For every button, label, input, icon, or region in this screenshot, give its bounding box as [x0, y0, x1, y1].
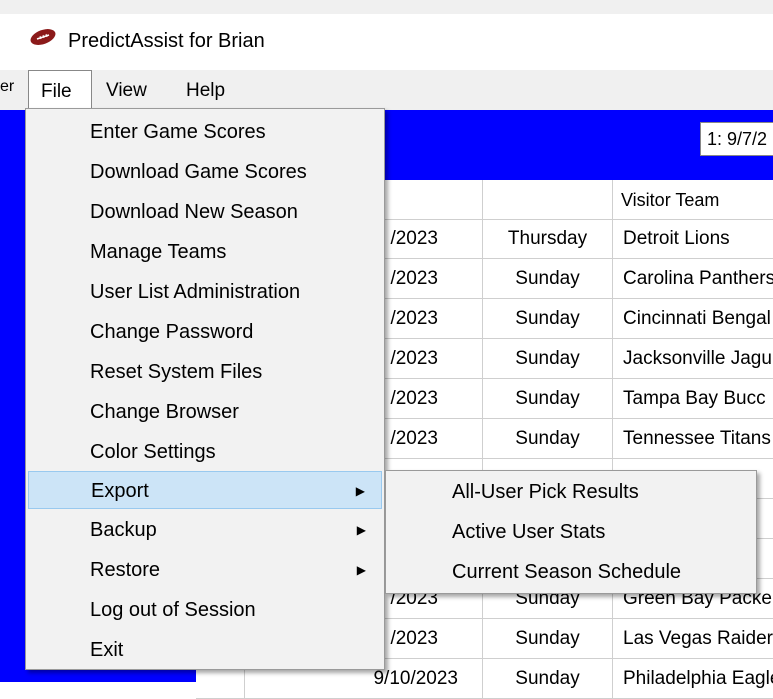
- menu-view[interactable]: View: [94, 70, 159, 110]
- menu-item-change-browser[interactable]: Change Browser: [28, 393, 382, 431]
- menu-file[interactable]: File: [28, 70, 92, 111]
- menu-item-change-password[interactable]: Change Password: [28, 313, 382, 351]
- menu-item-user-list-administration[interactable]: User List Administration: [28, 273, 382, 311]
- submenu-item-current-season-schedule[interactable]: Current Season Schedule: [388, 553, 754, 591]
- menu-item-download-new-season[interactable]: Download New Season: [28, 193, 382, 231]
- menu-item-exit[interactable]: Exit: [28, 631, 382, 669]
- day-cell[interactable]: Sunday: [482, 659, 612, 698]
- window-title: PredictAssist for Brian: [68, 30, 265, 52]
- menu-item-log-out[interactable]: Log out of Session: [28, 591, 382, 629]
- menu-item-enter-game-scores[interactable]: Enter Game Scores: [28, 113, 382, 151]
- window-top-strip: [0, 0, 773, 15]
- day-cell[interactable]: Sunday: [482, 379, 612, 418]
- day-cell[interactable]: Sunday: [482, 299, 612, 338]
- visitor-cell[interactable]: Tampa Bay Bucc: [612, 379, 773, 418]
- triangle-right-icon: ▶: [356, 563, 366, 577]
- visitor-cell[interactable]: Cincinnati Bengal: [612, 299, 773, 338]
- triangle-right-icon: ▶: [356, 523, 366, 537]
- menu-item-restore-label: Restore: [90, 559, 161, 581]
- file-dropdown-menu: Enter Game Scores Download Game Scores D…: [25, 108, 385, 670]
- visitor-cell[interactable]: Las Vegas Raider: [612, 619, 773, 658]
- visitor-cell[interactable]: Carolina Panthers: [612, 259, 773, 298]
- menu-item-download-game-scores[interactable]: Download Game Scores: [28, 153, 382, 191]
- menu-item-backup-label: Backup: [90, 519, 157, 541]
- export-submenu: All-User Pick Results Active User Stats …: [385, 470, 757, 594]
- week-select[interactable]: 1: 9/7/2: [700, 122, 773, 156]
- header-day[interactable]: [482, 180, 612, 219]
- football-icon: [30, 29, 56, 45]
- visitor-cell[interactable]: Philadelphia Eagle: [612, 659, 773, 698]
- menu-item-backup[interactable]: Backup ▶: [28, 511, 382, 549]
- menu-bar: er File View Help: [0, 70, 773, 111]
- submenu-item-active-user-stats[interactable]: Active User Stats: [388, 513, 754, 551]
- menu-item-manage-teams[interactable]: Manage Teams: [28, 233, 382, 271]
- day-cell[interactable]: Sunday: [482, 419, 612, 458]
- menubar-left-fragment: er: [0, 78, 15, 95]
- submenu-item-all-user-pick-results[interactable]: All-User Pick Results: [388, 473, 754, 511]
- visitor-cell[interactable]: Jacksonville Jagu: [612, 339, 773, 378]
- day-cell[interactable]: Sunday: [482, 339, 612, 378]
- menu-item-export[interactable]: Export ▶: [28, 471, 382, 509]
- day-cell[interactable]: Sunday: [482, 619, 612, 658]
- day-cell[interactable]: Sunday: [482, 259, 612, 298]
- menu-item-export-label: Export: [91, 480, 149, 502]
- menu-item-reset-system-files[interactable]: Reset System Files: [28, 353, 382, 391]
- menu-item-restore[interactable]: Restore ▶: [28, 551, 382, 589]
- header-visitor-team[interactable]: Visitor Team: [612, 180, 773, 219]
- visitor-cell[interactable]: Detroit Lions: [612, 219, 773, 258]
- menu-help[interactable]: Help: [174, 70, 237, 110]
- triangle-right-icon: ▶: [355, 484, 365, 498]
- menu-item-color-settings[interactable]: Color Settings: [28, 433, 382, 471]
- visitor-cell[interactable]: Tennessee Titans: [612, 419, 773, 458]
- day-cell[interactable]: Thursday: [482, 219, 612, 258]
